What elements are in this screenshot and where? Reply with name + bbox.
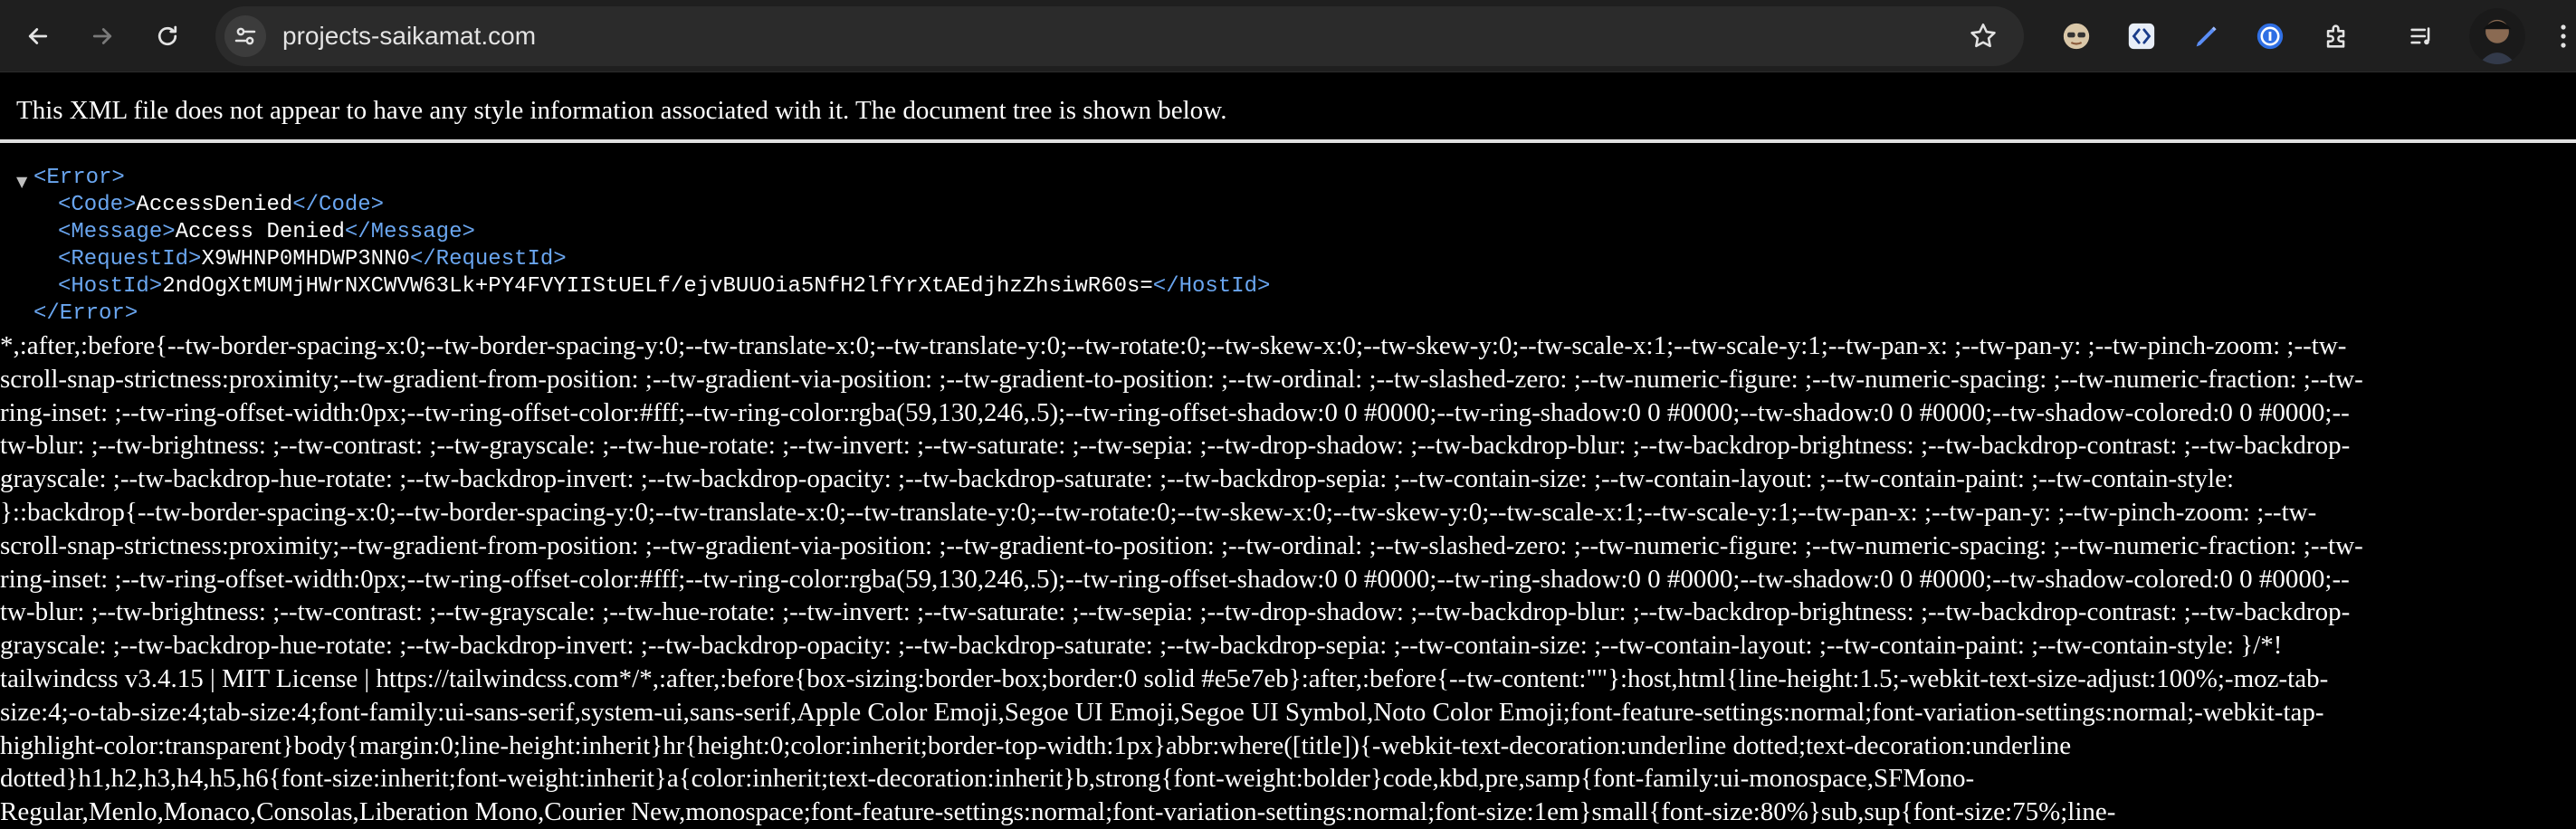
- css-line: Regular,Menlo,Monaco,Consolas,Liberation…: [0, 797, 2116, 827]
- error-open-tag: <Error>: [33, 166, 125, 190]
- message-close-tag: </Message>: [344, 220, 475, 244]
- xml-tree: ▼ <Error> <Code>AccessDenied</Code> <Mes…: [0, 165, 2576, 328]
- css-line: *,:after,:before{--tw-border-spacing-x:0…: [0, 331, 2347, 360]
- xml-notice-text: This XML file does not appear to have an…: [16, 96, 1227, 125]
- css-line: scroll-snap-strictness:proximity;--tw-gr…: [0, 364, 2363, 394]
- bracket-extension-button[interactable]: [2125, 20, 2158, 52]
- css-line: size:4;-o-tab-size:4;tab-size:4;font-fam…: [0, 697, 2324, 727]
- xml-requestid-line: <RequestId>X9WHNP0MHDWP3NN0</RequestId>: [0, 246, 2576, 273]
- css-line: grayscale: ;--tw-backdrop-hue-rotate: ;-…: [0, 631, 2283, 661]
- url-text[interactable]: projects-saikamat.com: [282, 6, 536, 66]
- hostid-value: 2ndOgXtMUMjHWrNXCWVW63Lk+PY4FVYIIStUELf/…: [162, 274, 1153, 299]
- code-open-tag: <Code>: [58, 193, 137, 217]
- back-button[interactable]: [20, 18, 56, 54]
- code-close-tag: </Code>: [292, 193, 385, 217]
- css-line: ring-inset: ;--tw-ring-offset-width:0px;…: [0, 564, 2350, 594]
- css-line: tw-blur: ;--tw-brightness: ;--tw-contras…: [0, 431, 2351, 461]
- tune-icon: [234, 27, 256, 45]
- pen-extension-icon: [2196, 26, 2217, 47]
- code-value: AccessDenied: [136, 193, 293, 217]
- xml-code-line: <Code>AccessDenied</Code>: [0, 192, 2576, 219]
- css-text-dump: *,:after,:before{--tw-border-spacing-x:0…: [0, 329, 2576, 829]
- reload-button[interactable]: [149, 18, 186, 54]
- media-queue-icon: [2410, 27, 2430, 45]
- css-line: tailwindcss v3.4.15 | MIT License | http…: [0, 663, 2329, 693]
- requestid-open-tag: <RequestId>: [58, 247, 202, 272]
- extensions-button[interactable]: [2321, 20, 2353, 52]
- password-manager-button[interactable]: [2254, 20, 2286, 52]
- css-line: ring-inset: ;--tw-ring-offset-width:0px;…: [0, 397, 2350, 427]
- hostid-close-tag: </HostId>: [1152, 274, 1271, 299]
- xml-error-close-line: </Error>: [0, 300, 2576, 328]
- address-bar[interactable]: projects-saikamat.com: [215, 6, 2024, 66]
- menu-dots-icon[interactable]: [2551, 18, 2576, 54]
- avatar-extension-button[interactable]: [2060, 20, 2093, 52]
- bookmark-star-icon[interactable]: [1968, 21, 1999, 52]
- profile-avatar-icon: [2469, 8, 2525, 64]
- media-queue-button[interactable]: [2406, 20, 2438, 52]
- bracket-extension-icon: [2128, 23, 2155, 50]
- css-line: }::backdrop{--tw-border-spacing-x:0;--tw…: [0, 497, 2317, 527]
- message-open-tag: <Message>: [58, 220, 176, 244]
- css-line: grayscale: ;--tw-backdrop-hue-rotate: ;-…: [0, 464, 2235, 494]
- pen-extension-button[interactable]: [2190, 20, 2223, 52]
- avatar-extension-icon: [2063, 23, 2090, 50]
- css-line: dotted}h1,h2,h3,h4,h5,h6{font-size:inher…: [0, 764, 1975, 794]
- css-line: highlight-color:transparent}body{margin:…: [0, 730, 2072, 760]
- password-manager-icon: [2256, 23, 2284, 50]
- css-line: scroll-snap-strictness:proximity;--tw-gr…: [0, 530, 2363, 560]
- forward-button[interactable]: [84, 18, 120, 54]
- profile-avatar[interactable]: [2469, 8, 2525, 64]
- site-info-button[interactable]: [224, 15, 266, 57]
- reload-icon: [157, 25, 177, 46]
- puzzle-extensions-icon: [2326, 24, 2345, 48]
- requestid-close-tag: </RequestId>: [409, 247, 567, 272]
- error-close-tag: </Error>: [33, 301, 138, 326]
- requestid-value: X9WHNP0MHDWP3NN0: [201, 247, 410, 272]
- xml-style-notice: This XML file does not appear to have an…: [0, 72, 2576, 143]
- browser-toolbar: projects-saikamat.com: [0, 0, 2576, 72]
- message-value: Access Denied: [175, 220, 345, 244]
- xml-hostid-line: <HostId>2ndOgXtMUMjHWrNXCWVW63Lk+PY4FVYI…: [0, 273, 2576, 300]
- arrow-left-icon: [28, 28, 48, 44]
- css-line: tw-blur: ;--tw-brightness: ;--tw-contras…: [0, 597, 2351, 627]
- hostid-open-tag: <HostId>: [58, 274, 163, 299]
- arrow-right-icon: [92, 28, 112, 44]
- xml-message-line: <Message>Access Denied</Message>: [0, 219, 2576, 246]
- xml-error-open-line: ▼ <Error>: [0, 165, 2576, 192]
